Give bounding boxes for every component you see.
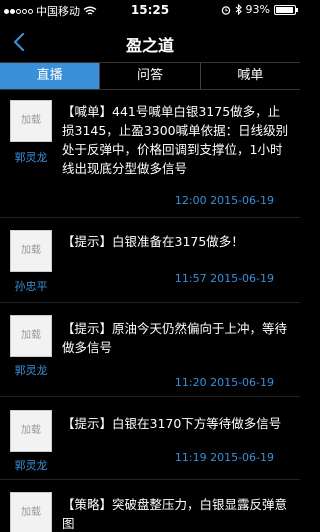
avatar[interactable]: 加载 [10,492,52,532]
list-item[interactable]: 加载 郭灵龙 【提示】原油今天仍然偏向于上冲，等待做多信号 11:20 2015… [0,303,300,397]
avatar[interactable]: 加载 [10,410,52,452]
message-time: 12:00 2015-06-19 [174,194,274,207]
message-time: 11:19 2015-06-19 [174,451,274,464]
avatar[interactable]: 加载 [10,230,52,272]
message-text: 【提示】原油今天仍然偏向于上冲，等待做多信号 [62,321,288,355]
list-item[interactable]: 加载 郭灵龙 【喊单】441号喊单白银3175做多，止损3145，止盈3300喊… [0,90,300,218]
list-item[interactable]: 加载 孙忠平 【提示】白银准备在3175做多！ 11:57 2015-06-19 [0,218,300,303]
battery-percent: 93% [245,3,270,16]
author-name[interactable]: 郭灵龙 [6,362,56,378]
message-feed[interactable]: 加载 郭灵龙 【喊单】441号喊单白银3175做多，止损3145，止盈3300喊… [0,90,300,532]
battery-icon [274,4,298,15]
message-text: 【策略】突破盘整压力，白银显露反弹意图 [62,497,288,531]
avatar[interactable]: 加载 [10,100,52,142]
message-text: 【提示】白银在3170下方等待做多信号 [62,416,282,431]
tab-live[interactable]: 直播 [0,63,101,89]
navigation-bar: 盈之道 [0,20,300,64]
author-name[interactable]: 孙忠平 [6,278,56,294]
status-right: 93% [221,3,298,16]
avatar[interactable]: 加载 [10,315,52,357]
tab-calls[interactable]: 喊单 [200,63,300,89]
bluetooth-icon [235,4,242,15]
tab-qa[interactable]: 问答 [100,63,201,89]
tab-bar: 直播 问答 喊单 [0,62,300,90]
message-text: 【提示】白银准备在3175做多！ [62,234,244,249]
message-time: 11:57 2015-06-19 [174,272,274,285]
message-text: 【喊单】441号喊单白银3175做多，止损3145，止盈3300喊单依据：日线级… [62,104,289,176]
author-name[interactable]: 郭灵龙 [6,457,56,473]
message-time: 11:20 2015-06-19 [174,376,274,389]
alarm-icon [221,5,230,15]
list-item[interactable]: 加载 【策略】突破盘整压力，白银显露反弹意图 [0,480,300,532]
author-name[interactable]: 郭灵龙 [6,149,56,165]
page-title: 盈之道 [125,36,174,55]
list-item[interactable]: 加载 郭灵龙 【提示】白银在3170下方等待做多信号 11:19 2015-06… [0,397,300,480]
status-bar: 中国移动 15:25 93% [0,0,300,20]
